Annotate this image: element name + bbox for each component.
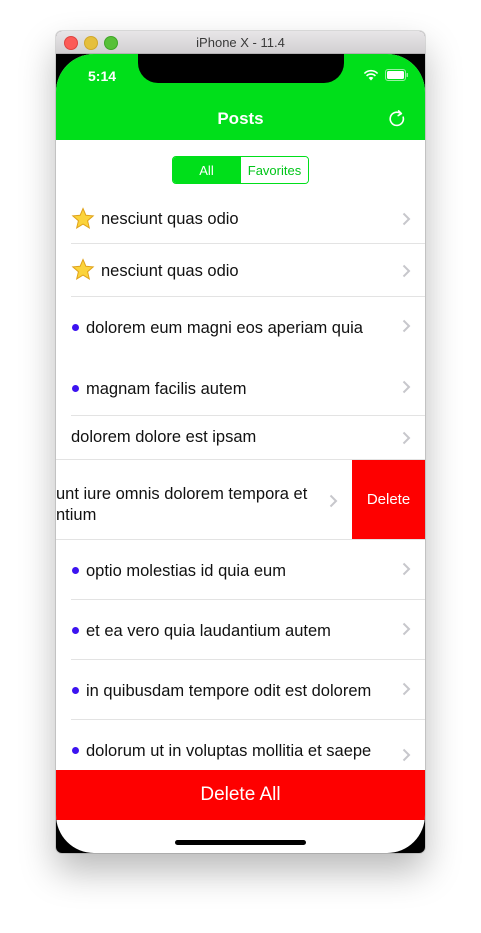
table-row[interactable]: dolorem dolore est ipsam bbox=[56, 416, 425, 460]
chevron-right-icon bbox=[402, 212, 411, 226]
post-title: dolorem dolore est ipsam bbox=[71, 428, 257, 446]
unread-dot bbox=[72, 747, 79, 754]
table-row[interactable]: et ea vero quia laudantium autem bbox=[56, 600, 425, 660]
star-icon bbox=[71, 207, 95, 229]
chevron-right-icon bbox=[402, 748, 411, 762]
unread-dot bbox=[72, 385, 79, 392]
wifi-icon bbox=[363, 69, 379, 81]
post-title: in quibusdam tempore odit est dolorem bbox=[86, 682, 372, 700]
unread-dot bbox=[72, 567, 79, 574]
unread-dot bbox=[72, 687, 79, 694]
post-title: dolorum ut in voluptas mollitia et saepe bbox=[86, 742, 372, 760]
battery-icon bbox=[385, 69, 408, 81]
unread-dot bbox=[72, 627, 79, 634]
post-title: nesciunt quas odio bbox=[101, 262, 239, 280]
chevron-right-icon bbox=[402, 682, 411, 696]
chevron-right-icon bbox=[402, 319, 411, 333]
table-row[interactable]: dolorum ut in voluptas mollitia et saepe bbox=[56, 720, 425, 770]
navigation-bar: 5:14 Posts bbox=[56, 54, 425, 140]
segment-all[interactable]: All bbox=[173, 157, 240, 183]
status-time: 5:14 bbox=[88, 68, 117, 84]
post-title: nesciunt quas odio bbox=[101, 210, 239, 228]
post-title-line-2: ntium bbox=[56, 506, 97, 524]
post-title-line-1: unt iure omnis dolorem tempora et bbox=[56, 485, 308, 503]
device-notch bbox=[138, 54, 344, 83]
table-row-swiped[interactable]: unt iure omnis dolorem tempora et ntium … bbox=[56, 460, 425, 540]
table-row[interactable]: dolorem eum magni eos aperiam quia bbox=[56, 297, 425, 359]
chevron-right-icon bbox=[402, 431, 411, 445]
table-row[interactable]: nesciunt quas odio bbox=[56, 196, 425, 244]
delete-swipe-button[interactable]: Delete bbox=[352, 460, 425, 539]
segment-favorites[interactable]: Favorites bbox=[240, 157, 308, 183]
window-titlebar: iPhone X - 11.4 bbox=[56, 31, 425, 54]
simulator-window: iPhone X - 11.4 5:14 Posts All Favorites… bbox=[56, 31, 425, 853]
unread-dot bbox=[72, 324, 79, 331]
post-title: optio molestias id quia eum bbox=[86, 562, 286, 580]
table-row[interactable]: nesciunt quas odio bbox=[56, 244, 425, 297]
status-icons bbox=[363, 69, 409, 81]
chevron-right-icon bbox=[402, 264, 411, 278]
table-row[interactable]: magnam facilis autem bbox=[56, 359, 425, 416]
chevron-right-icon bbox=[402, 562, 411, 576]
post-title: magnam facilis autem bbox=[86, 380, 247, 398]
table-row[interactable]: optio molestias id quia eum bbox=[56, 540, 425, 600]
home-indicator[interactable] bbox=[175, 840, 306, 845]
delete-all-button[interactable]: Delete All bbox=[56, 770, 425, 820]
refresh-icon[interactable] bbox=[387, 109, 407, 129]
table-row[interactable]: in quibusdam tempore odit est dolorem bbox=[56, 660, 425, 720]
post-title: dolorem eum magni eos aperiam quia bbox=[86, 319, 363, 337]
chevron-right-icon bbox=[402, 380, 411, 394]
chevron-right-icon bbox=[329, 494, 338, 508]
filter-segmented-control: All Favorites bbox=[172, 156, 309, 184]
post-title: unt iure omnis dolorem tempora et ntium bbox=[56, 484, 307, 526]
star-icon bbox=[71, 258, 95, 280]
window-title: iPhone X - 11.4 bbox=[196, 35, 285, 50]
page-title: Posts bbox=[217, 109, 264, 128]
phone-screen: 5:14 Posts All Favorites nesciunt quas o… bbox=[56, 54, 425, 853]
post-title: et ea vero quia laudantium autem bbox=[86, 622, 331, 640]
chevron-right-icon bbox=[402, 622, 411, 636]
